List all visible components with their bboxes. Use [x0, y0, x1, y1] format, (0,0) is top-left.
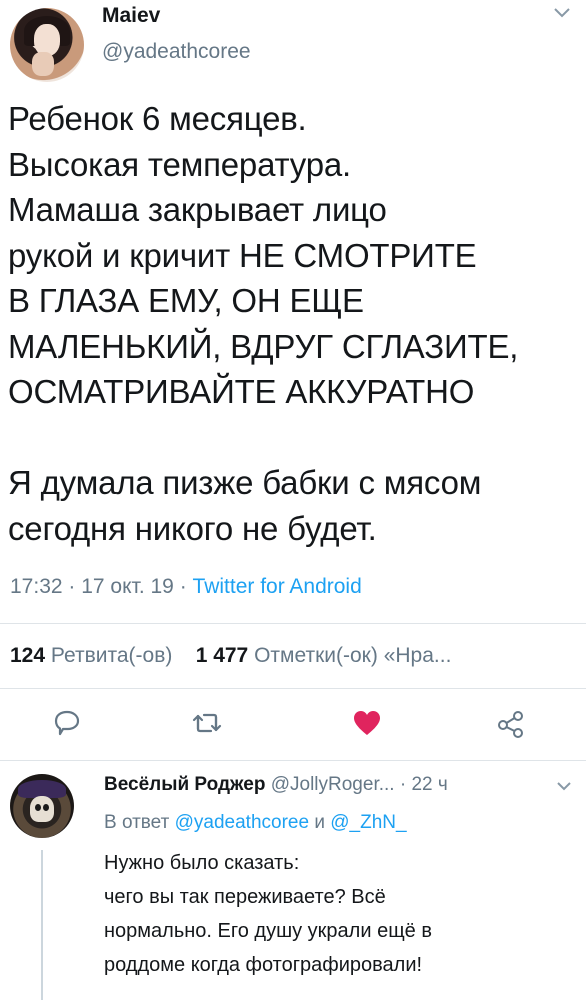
avatar-face	[34, 24, 60, 56]
reply-avatar[interactable]	[10, 774, 74, 838]
avatar-hand	[32, 52, 54, 76]
chevron-down-icon[interactable]	[553, 6, 571, 20]
likes-count[interactable]: 1 477	[196, 644, 249, 667]
meta-separator: ·	[173, 575, 193, 598]
reply-time: · 22 ч	[399, 774, 448, 795]
reply-username[interactable]: @JollyRoger...	[271, 774, 395, 795]
avatar-eye	[35, 804, 41, 811]
tweet-text: Ребенок 6 месяцев. Высокая температура. …	[8, 100, 519, 547]
share-button[interactable]	[494, 706, 528, 740]
reply-header: Весёлый Роджер @JollyRoger... · 22 ч	[104, 774, 448, 796]
retweets-count[interactable]: 124	[10, 644, 45, 667]
divider	[0, 623, 586, 624]
mention-link[interactable]: @yadeathcoree	[175, 812, 309, 833]
reply-to-conjunction: и	[314, 812, 325, 833]
reply-to-prefix: В ответ	[104, 812, 170, 833]
reply-text: Нужно было сказать: чего вы так пережива…	[104, 852, 432, 976]
chevron-down-icon[interactable]	[556, 780, 572, 792]
display-name[interactable]: Maiev	[102, 4, 160, 28]
reply-tweet[interactable]: Весёлый Роджер @JollyRoger... · 22 ч В о…	[0, 768, 586, 1000]
tweet-time: 17:32	[10, 575, 63, 598]
tweet-meta: 17:32 · 17 окт. 19 · Twitter for Android	[10, 575, 362, 599]
reply-to-line: В ответ @yadeathcoree и @_ZhN_	[104, 812, 407, 834]
action-bar	[0, 700, 586, 748]
tweet-date: 17 окт. 19	[81, 575, 174, 598]
like-button[interactable]	[350, 706, 384, 740]
divider	[0, 760, 586, 761]
reply-icon	[54, 710, 80, 736]
retweet-icon	[192, 713, 222, 733]
username[interactable]: @yadeathcoree	[102, 40, 251, 64]
likes-label[interactable]: Отметки(-ок)	[254, 644, 378, 667]
reply-display-name[interactable]: Весёлый Роджер	[104, 774, 265, 795]
retweets-label[interactable]: Ретвита(-ов)	[51, 644, 172, 667]
meta-separator: ·	[62, 575, 82, 598]
reply-button[interactable]	[50, 706, 84, 740]
retweet-button[interactable]	[190, 706, 224, 740]
divider	[0, 688, 586, 689]
heart-icon	[354, 711, 380, 735]
tweet-stats: 124 Ретвита(-ов) 1 477 Отметки(-ок) «Нра…	[10, 644, 451, 668]
avatar-skull	[30, 796, 54, 822]
share-icon	[498, 711, 523, 738]
avatar-eye	[43, 804, 49, 811]
avatar[interactable]	[10, 8, 84, 82]
likes-more-label[interactable]: «Нра...	[384, 644, 452, 667]
tweet-header: Maiev @yadeathcoree	[0, 0, 586, 82]
mention-link[interactable]: @_ZhN_	[330, 812, 406, 833]
tweet-source-link[interactable]: Twitter for Android	[193, 575, 362, 598]
thread-line	[41, 850, 43, 1000]
